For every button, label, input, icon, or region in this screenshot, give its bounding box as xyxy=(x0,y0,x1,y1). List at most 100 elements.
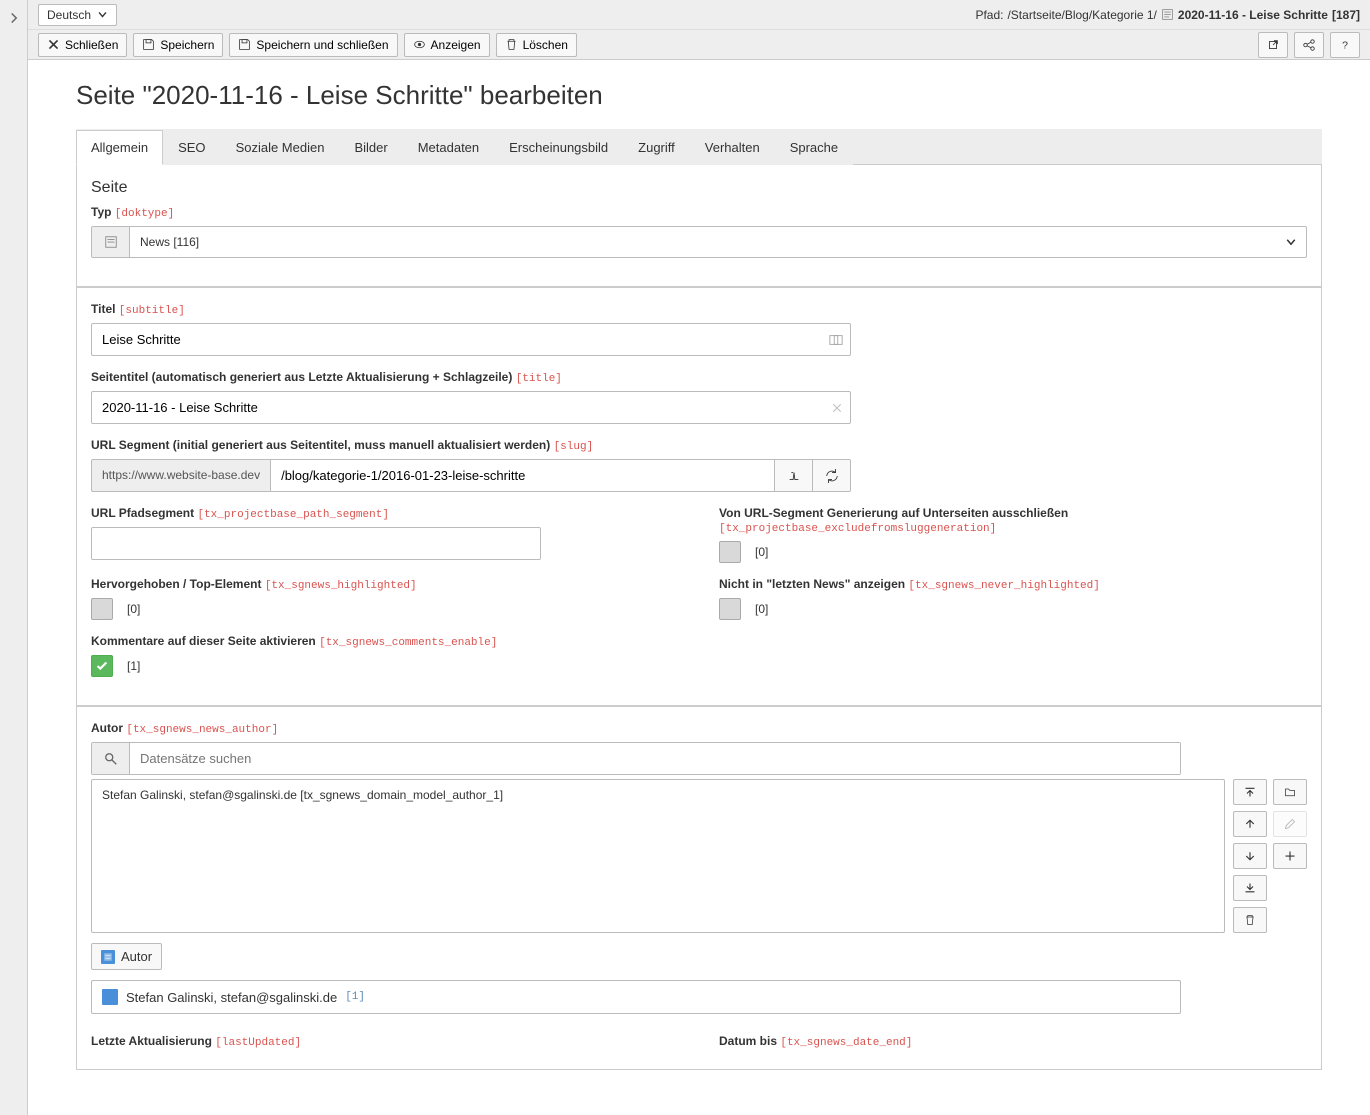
chevron-right-icon xyxy=(8,12,20,24)
author-item[interactable]: Stefan Galinski, stefan@sgalinski.de [tx… xyxy=(98,786,1218,804)
svg-text:?: ? xyxy=(1342,39,1348,51)
highlighted-checkbox[interactable] xyxy=(91,598,113,620)
label-never-highlighted: Nicht in "letzten News" anzeigen [tx_sgn… xyxy=(719,577,1307,592)
panel-author: Autor [tx_sgnews_news_author] Stefan Gal… xyxy=(76,706,1322,1070)
breadcrumb: Pfad: /Startseite/Blog/Kategorie 1/ 2020… xyxy=(975,8,1360,22)
slug-toggle-button[interactable] xyxy=(775,459,813,492)
question-icon: ? xyxy=(1338,38,1352,52)
pencil-icon xyxy=(1284,818,1296,830)
tab-soziale-medien[interactable]: Soziale Medien xyxy=(221,130,340,165)
share-icon xyxy=(1302,38,1316,52)
never-highlighted-value: [0] xyxy=(755,602,768,616)
author-selected-list[interactable]: Stefan Galinski, stefan@sgalinski.de [tx… xyxy=(91,779,1225,933)
view-button[interactable]: Anzeigen xyxy=(404,33,490,57)
remove-button[interactable] xyxy=(1233,907,1267,933)
translate-icon[interactable] xyxy=(829,333,843,347)
plus-icon xyxy=(1284,850,1296,862)
label-doktype: Typ [doktype] xyxy=(91,205,1307,220)
doktype-value: News [116] xyxy=(130,227,1276,257)
doktype-select[interactable]: News [116] xyxy=(91,226,1307,258)
tab-seo[interactable]: SEO xyxy=(163,130,220,165)
tab-zugriff[interactable]: Zugriff xyxy=(623,130,690,165)
panel-main-fields: Titel [subtitle] Seitentitel (automatisc… xyxy=(76,287,1322,706)
title-input[interactable] xyxy=(91,391,851,424)
label-subtitle: Titel [subtitle] xyxy=(91,302,1307,317)
eye-icon xyxy=(413,38,426,51)
open-new-window-button[interactable] xyxy=(1258,32,1288,58)
trash-icon xyxy=(505,38,518,51)
author-badge-label: Autor xyxy=(121,949,152,964)
slug-lock-icon xyxy=(787,469,801,483)
save-icon xyxy=(142,38,155,51)
clear-icon[interactable] xyxy=(831,402,843,414)
chevron-down-icon xyxy=(97,9,108,20)
comments-value: [1] xyxy=(127,659,140,673)
chevron-down-icon xyxy=(1276,227,1306,257)
path-value[interactable]: /Startseite/Blog/Kategorie 1/ xyxy=(1007,8,1156,22)
path-current: 2020-11-16 - Leise Schritte xyxy=(1178,8,1328,22)
author-badge-icon xyxy=(101,950,115,964)
label-path-segment: URL Pfadsegment [tx_projectbase_path_seg… xyxy=(91,506,679,521)
help-button[interactable]: ? xyxy=(1330,32,1360,58)
highlighted-value: [0] xyxy=(127,602,140,616)
language-selector[interactable]: Deutsch xyxy=(38,4,117,26)
topbar: Deutsch Pfad: /Startseite/Blog/Kategorie… xyxy=(28,0,1370,30)
move-up-button[interactable] xyxy=(1233,811,1267,837)
close-icon xyxy=(47,38,60,51)
section-title-page: Seite xyxy=(91,179,1307,197)
tab-allgemein[interactable]: Allgemein xyxy=(76,130,163,165)
label-author: Autor [tx_sgnews_news_author] xyxy=(91,721,1307,736)
author-search-input[interactable] xyxy=(130,743,1180,774)
browse-button[interactable] xyxy=(1273,779,1307,805)
edit-button[interactable] xyxy=(1273,811,1307,837)
add-button[interactable] xyxy=(1273,843,1307,869)
tab-sprache[interactable]: Sprache xyxy=(775,130,853,165)
label-date-end: Datum bis [tx_sgnews_date_end] xyxy=(719,1034,1307,1049)
external-link-icon xyxy=(1266,38,1280,52)
move-top-icon xyxy=(1244,786,1256,798)
tab-metadaten[interactable]: Metadaten xyxy=(403,130,494,165)
never-highlighted-checkbox[interactable] xyxy=(719,598,741,620)
move-down-button[interactable] xyxy=(1233,843,1267,869)
tab-verhalten[interactable]: Verhalten xyxy=(690,130,775,165)
author-create-button[interactable]: Autor xyxy=(91,943,162,970)
move-bottom-button[interactable] xyxy=(1233,875,1267,901)
close-button[interactable]: Schließen xyxy=(38,33,127,57)
move-down-icon xyxy=(1244,850,1256,862)
subtitle-input[interactable] xyxy=(91,323,851,356)
author-linked-name: Stefan Galinski, stefan@sgalinski.de xyxy=(126,990,337,1005)
check-icon xyxy=(95,659,109,673)
language-current: Deutsch xyxy=(47,8,91,22)
folder-icon xyxy=(1284,786,1296,798)
tabs: Allgemein SEO Soziale Medien Bilder Meta… xyxy=(76,129,1322,165)
toolbar: Schließen Speichern Speichern und schlie… xyxy=(28,30,1370,60)
trash-icon xyxy=(1244,914,1256,926)
label-comments: Kommentare auf dieser Seite aktivieren [… xyxy=(91,634,1307,649)
share-button[interactable] xyxy=(1294,32,1324,58)
path-label: Pfad: xyxy=(975,8,1003,22)
label-last-updated: Letzte Aktualisierung [lastUpdated] xyxy=(91,1034,679,1049)
author-linked-record[interactable]: Stefan Galinski, stefan@sgalinski.de [1] xyxy=(91,980,1181,1014)
collapsed-sidebar-toggle[interactable] xyxy=(0,0,28,1115)
move-top-button[interactable] xyxy=(1233,779,1267,805)
slug-input[interactable] xyxy=(270,459,775,492)
author-linked-icon xyxy=(102,989,118,1005)
page-icon xyxy=(1161,8,1174,21)
delete-button[interactable]: Löschen xyxy=(496,33,577,57)
page-title: Seite "2020-11-16 - Leise Schritte" bear… xyxy=(76,80,1322,111)
path-segment-input[interactable] xyxy=(91,527,541,560)
doktype-icon xyxy=(92,227,130,257)
exclude-slug-value: [0] xyxy=(755,545,768,559)
slug-recalc-button[interactable] xyxy=(813,459,851,492)
label-highlighted: Hervorgehoben / Top-Element [tx_sgnews_h… xyxy=(91,577,679,592)
exclude-slug-checkbox[interactable] xyxy=(719,541,741,563)
tab-bilder[interactable]: Bilder xyxy=(339,130,402,165)
comments-checkbox[interactable] xyxy=(91,655,113,677)
slug-prefix: https://www.website-base.dev xyxy=(91,459,270,492)
save-close-button[interactable]: Speichern und schließen xyxy=(229,33,397,57)
label-slug: URL Segment (initial generiert aus Seite… xyxy=(91,438,1307,453)
label-title: Seitentitel (automatisch generiert aus L… xyxy=(91,370,1307,385)
save-button[interactable]: Speichern xyxy=(133,33,223,57)
tab-erscheinungsbild[interactable]: Erscheinungsbild xyxy=(494,130,623,165)
panel-page-type: Seite Typ [doktype] News [116] xyxy=(76,165,1322,287)
